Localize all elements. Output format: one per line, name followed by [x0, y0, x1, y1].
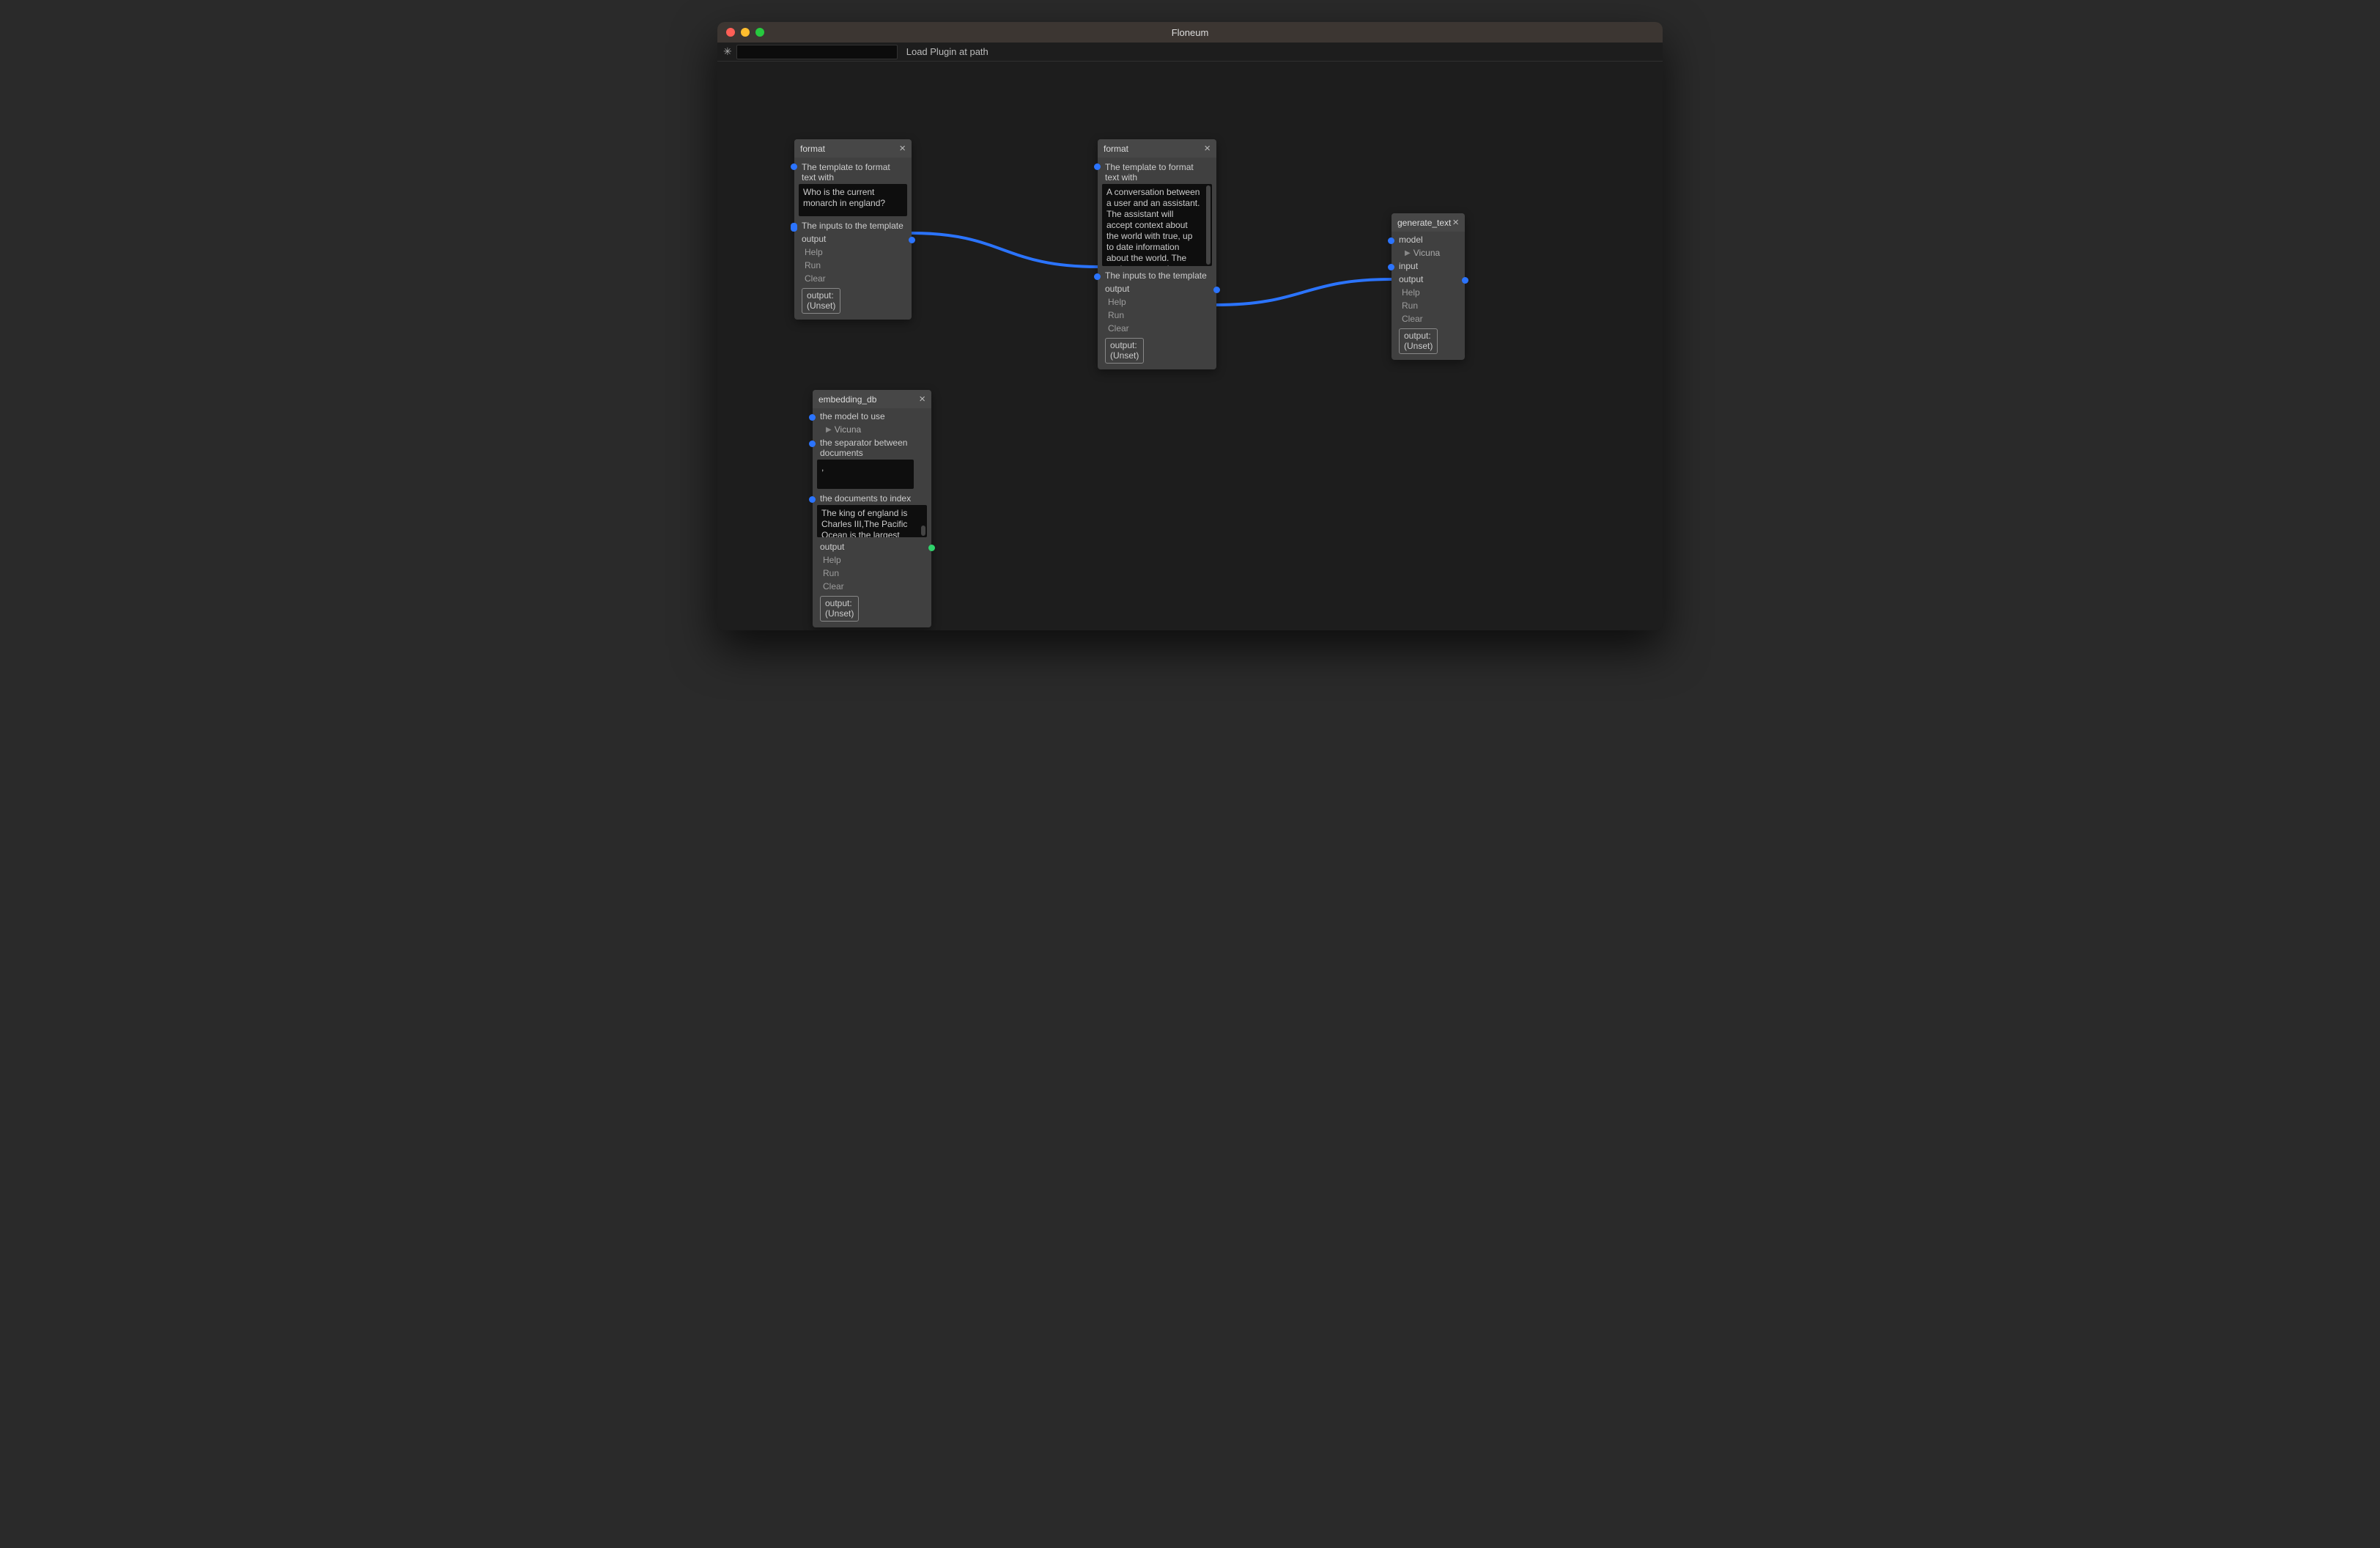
- help-button[interactable]: Help: [1392, 286, 1465, 299]
- separator-textarea[interactable]: [817, 460, 914, 489]
- output-box: output: (Unset): [1399, 328, 1438, 354]
- input-port-model[interactable]: [809, 414, 816, 421]
- close-icon[interactable]: ×: [919, 393, 925, 405]
- run-button[interactable]: Run: [1098, 309, 1216, 322]
- output-port[interactable]: [909, 237, 915, 243]
- input-port-separator[interactable]: [809, 441, 816, 447]
- input-port-template[interactable]: [791, 163, 797, 170]
- clear-button[interactable]: Clear: [1098, 322, 1216, 335]
- titlebar: Floneum: [717, 22, 1663, 43]
- close-icon[interactable]: ×: [899, 142, 906, 155]
- model-label: model: [1399, 235, 1423, 245]
- model-select[interactable]: ▶ Vicuna: [813, 423, 931, 436]
- plugin-path-input[interactable]: [736, 45, 898, 59]
- run-button[interactable]: Run: [1392, 299, 1465, 312]
- output-box: output: (Unset): [1105, 338, 1144, 364]
- close-icon[interactable]: ×: [1452, 216, 1459, 229]
- separator-label: the separator between documents: [820, 438, 907, 458]
- run-button[interactable]: Run: [794, 259, 912, 272]
- clear-button[interactable]: Clear: [1392, 312, 1465, 325]
- clear-button[interactable]: Clear: [813, 580, 931, 593]
- inputs-label: The inputs to the template: [1105, 270, 1207, 281]
- clear-button[interactable]: Clear: [794, 272, 912, 285]
- model-select[interactable]: ▶ Vicuna: [1392, 246, 1465, 259]
- input-port-documents[interactable]: [809, 496, 816, 503]
- template-label: The template to format text with: [1105, 162, 1194, 183]
- node-format-1[interactable]: format × The template to format text wit…: [794, 139, 912, 320]
- output-port[interactable]: [1213, 287, 1220, 293]
- node-embedding-db[interactable]: embedding_db × the model to use ▶ Vicuna…: [813, 390, 931, 627]
- template-label: The template to format text with: [802, 162, 890, 183]
- input-port-input[interactable]: [1388, 264, 1394, 270]
- template-textarea[interactable]: [1102, 184, 1205, 266]
- scrollbar[interactable]: [1206, 185, 1211, 265]
- output-box: output: (Unset): [802, 288, 840, 314]
- input-port-inputs[interactable]: [1094, 273, 1101, 280]
- window-title: Floneum: [717, 27, 1663, 38]
- output-label: output: [802, 234, 826, 244]
- input-port-model[interactable]: [1388, 237, 1394, 244]
- scrollbar[interactable]: [921, 526, 925, 536]
- chevron-right-icon: ▶: [1405, 249, 1411, 257]
- toolbar-star-icon[interactable]: ✳: [723, 45, 732, 58]
- node-format-2[interactable]: format × The template to format text wit…: [1098, 139, 1216, 369]
- output-label: output: [1105, 284, 1129, 294]
- input-port-template[interactable]: [1094, 163, 1101, 170]
- node-title: format: [800, 144, 825, 154]
- output-port[interactable]: [928, 545, 935, 551]
- chevron-right-icon: ▶: [826, 426, 832, 434]
- model-label: the model to use: [820, 411, 885, 421]
- template-textarea[interactable]: [799, 184, 907, 216]
- help-button[interactable]: Help: [1098, 295, 1216, 309]
- documents-textarea[interactable]: [817, 505, 917, 537]
- node-title: embedding_db: [818, 394, 876, 405]
- help-button[interactable]: Help: [813, 553, 931, 567]
- node-title: format: [1104, 144, 1128, 154]
- output-box: output: (Unset): [820, 596, 859, 622]
- app-window: Floneum ✳ Load Plugin at path format × T…: [717, 22, 1663, 630]
- input-label: input: [1399, 261, 1418, 271]
- node-generate-text[interactable]: generate_text × model ▶ Vicuna input: [1392, 213, 1465, 360]
- output-port[interactable]: [1462, 277, 1468, 284]
- run-button[interactable]: Run: [813, 567, 931, 580]
- toolbar: ✳ Load Plugin at path: [717, 43, 1663, 62]
- node-canvas[interactable]: format × The template to format text wit…: [717, 62, 1663, 630]
- help-button[interactable]: Help: [794, 246, 912, 259]
- node-title: generate_text: [1397, 218, 1451, 228]
- load-plugin-button[interactable]: Load Plugin at path: [902, 45, 993, 59]
- documents-label: the documents to index: [820, 493, 911, 504]
- output-label: output: [820, 542, 844, 552]
- input-port-inputs[interactable]: [791, 223, 797, 232]
- close-icon[interactable]: ×: [1204, 142, 1211, 155]
- output-label: output: [1399, 274, 1423, 284]
- inputs-label: The inputs to the template: [802, 221, 903, 231]
